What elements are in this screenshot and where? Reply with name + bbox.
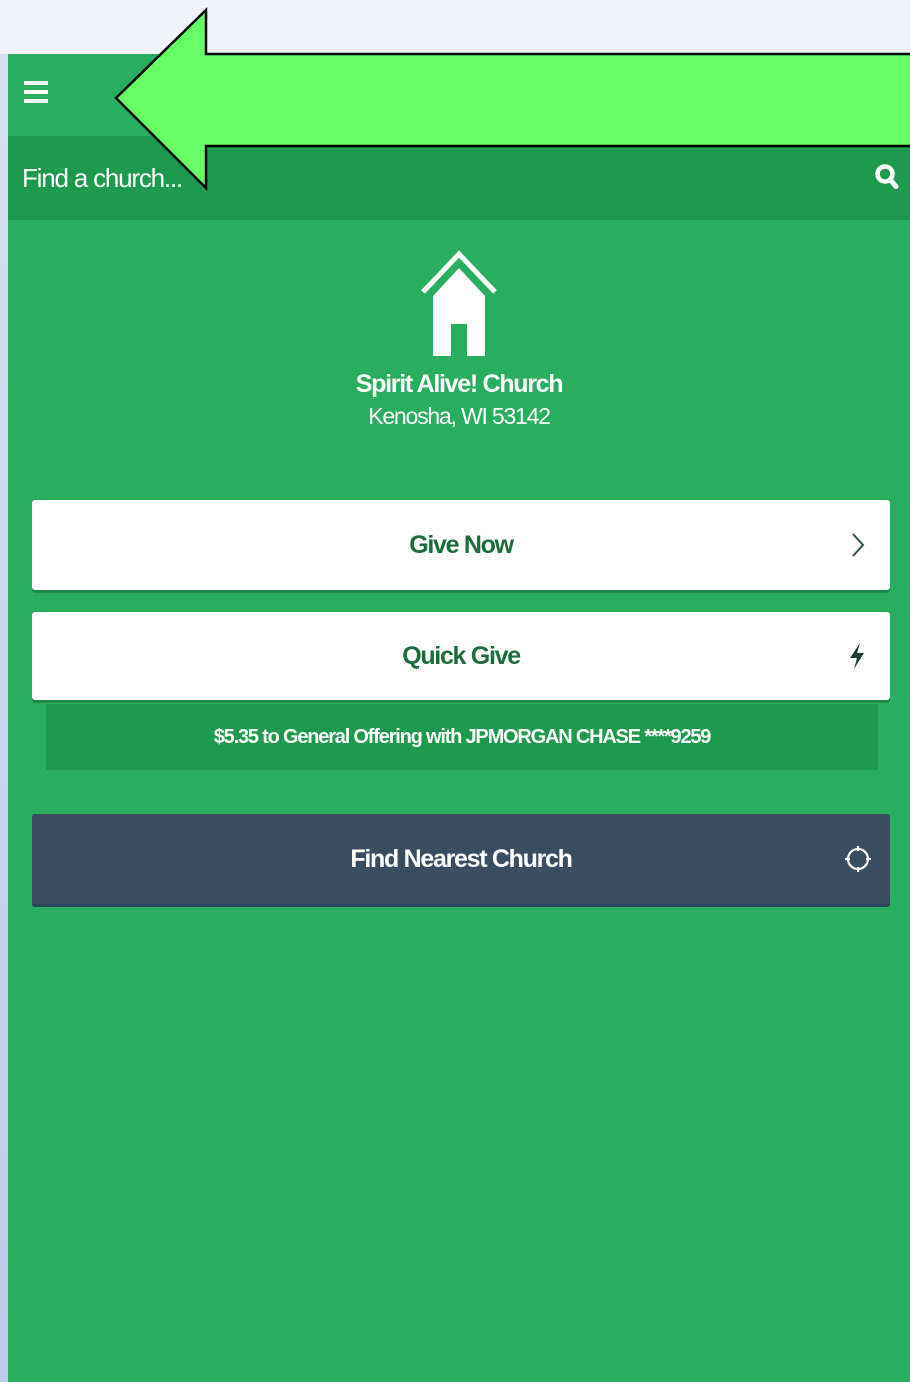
window-left-edge (0, 54, 8, 1382)
give-now-button[interactable]: Give Now (32, 500, 890, 590)
quick-give-summary: $5.35 to General Offering with JPMORGAN … (46, 704, 878, 770)
chevron-right-icon (852, 533, 865, 557)
find-nearest-label: Find Nearest Church (350, 844, 572, 873)
hamburger-menu-icon[interactable] (20, 76, 56, 112)
quick-give-button[interactable]: Quick Give (32, 612, 890, 700)
quick-give-summary-text: $5.35 to General Offering with JPMORGAN … (213, 725, 712, 748)
top-bar (8, 54, 910, 136)
crosshair-icon (845, 846, 871, 872)
search-icon[interactable] (872, 162, 902, 192)
church-name: Spirit Alive! Church (355, 370, 564, 398)
church-location: Kenosha, WI 53142 (368, 403, 551, 429)
find-nearest-church-button[interactable]: Find Nearest Church (32, 814, 890, 904)
house-icon (421, 250, 497, 356)
church-info: Spirit Alive! Church Kenosha, WI 53142 (8, 244, 910, 430)
quick-give-label: Quick Give (402, 641, 521, 670)
app-screen: Spirit Alive! Church Kenosha, WI 53142 G… (8, 54, 910, 1382)
search-input[interactable] (22, 160, 802, 196)
lightning-bolt-icon (850, 643, 864, 669)
search-bar (8, 136, 910, 220)
give-now-label: Give Now (409, 530, 514, 559)
